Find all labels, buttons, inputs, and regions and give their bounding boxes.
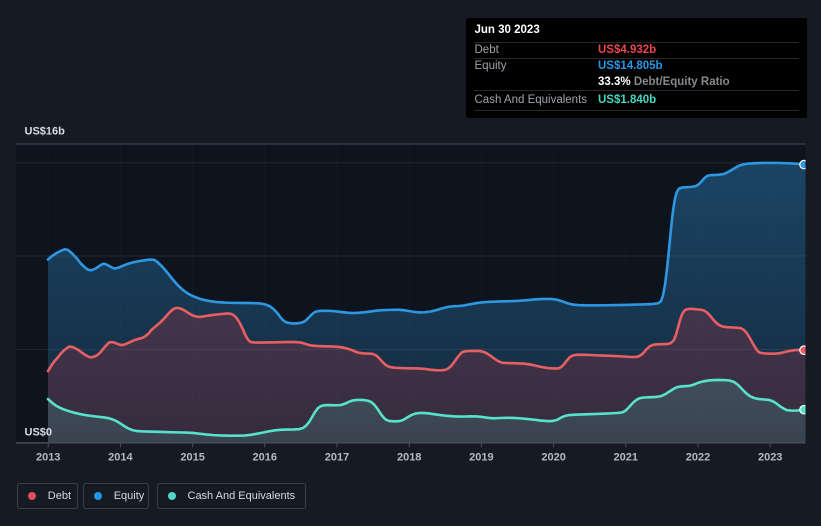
svg-text:2013: 2013 bbox=[36, 452, 60, 464]
svg-text:2018: 2018 bbox=[397, 452, 421, 464]
svg-text:2015: 2015 bbox=[180, 452, 204, 464]
svg-text:2016: 2016 bbox=[253, 452, 277, 464]
svg-text:2014: 2014 bbox=[108, 452, 133, 464]
svg-text:US$0: US$0 bbox=[25, 427, 53, 439]
svg-text:2021: 2021 bbox=[614, 452, 638, 464]
svg-text:2022: 2022 bbox=[686, 452, 710, 464]
svg-text:2017: 2017 bbox=[325, 452, 349, 464]
svg-text:2020: 2020 bbox=[541, 452, 565, 464]
svg-text:2023: 2023 bbox=[758, 452, 782, 464]
svg-text:2019: 2019 bbox=[469, 452, 493, 464]
svg-text:US$16b: US$16b bbox=[25, 126, 66, 138]
